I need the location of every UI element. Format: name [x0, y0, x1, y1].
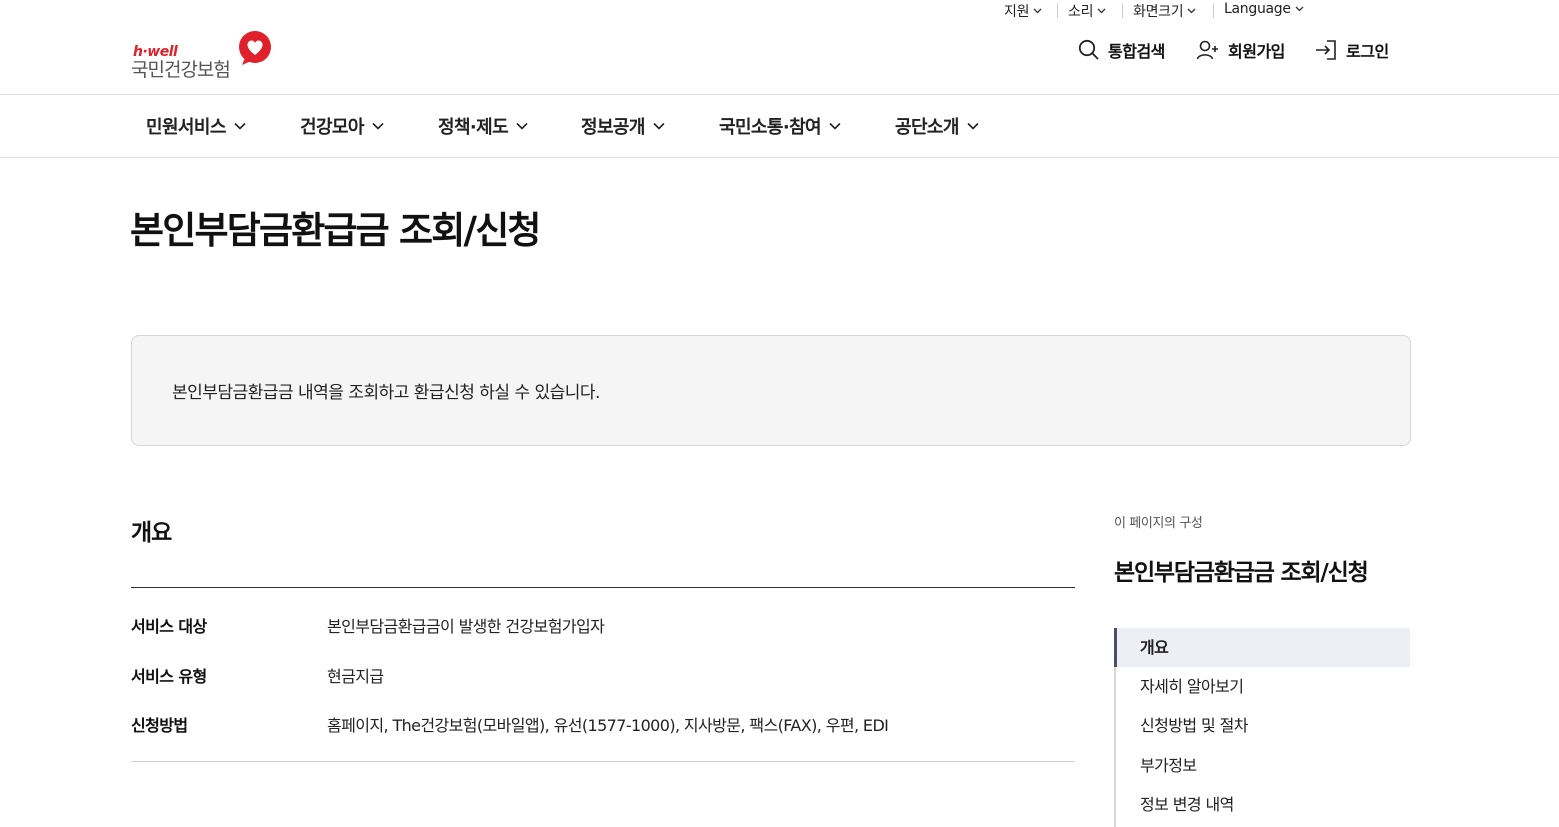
toc-item-extra-info[interactable]: 부가정보	[1116, 746, 1410, 785]
toc-item-overview[interactable]: 개요	[1114, 628, 1410, 667]
logo-name: 국민건강보험	[131, 59, 231, 81]
intro-box: 본인부담금환급금 내역을 조회하고 환급신청 하실 수 있습니다.	[131, 335, 1411, 446]
language-label: Language	[1224, 1, 1291, 17]
login-label: 로그인	[1346, 42, 1389, 61]
toc-item-label: 부가정보	[1140, 756, 1197, 775]
util-divider	[1057, 3, 1058, 18]
sound-menu[interactable]: 소리	[1068, 1, 1106, 21]
nav-label: 국민소통·참여	[719, 117, 822, 138]
chevron-down-icon	[1295, 6, 1304, 12]
font-size-menu[interactable]: 화면크기	[1133, 1, 1196, 21]
chevron-down-icon	[1187, 8, 1196, 14]
toc-item-label: 개요	[1140, 638, 1169, 657]
intro-text: 본인부담금환급금 내역을 조회하고 환급신청 하실 수 있습니다.	[172, 383, 600, 403]
utility-bar: 지원 소리 화면크기 Language	[0, 0, 1559, 22]
join-label: 회원가입	[1228, 42, 1285, 61]
search-label: 통합검색	[1108, 42, 1165, 61]
row-label-target: 서비스 대상	[131, 617, 207, 636]
chevron-down-icon	[372, 122, 384, 130]
util-divider	[1122, 3, 1123, 18]
support-label: 지원	[1004, 4, 1030, 20]
toc-list: 개요 자세히 알아보기 신청방법 및 절차 부가정보 정보 변경 내역	[1114, 628, 1410, 827]
chevron-down-icon	[234, 122, 246, 130]
overview-title: 개요	[131, 520, 172, 546]
nav-label: 공단소개	[895, 117, 959, 138]
support-menu[interactable]: 지원	[1004, 1, 1042, 21]
toc-title: 본인부담금환급금 조회/신청	[1114, 560, 1369, 586]
chevron-down-icon	[829, 122, 841, 130]
search-icon	[1078, 39, 1099, 60]
login-icon	[1316, 40, 1336, 60]
toc-active-indicator	[1114, 628, 1117, 667]
nav-policy[interactable]: 정책·제도	[438, 113, 528, 139]
search-button[interactable]: 통합검색	[1078, 38, 1165, 62]
row-label-type: 서비스 유형	[131, 667, 207, 686]
language-menu[interactable]: Language	[1224, 1, 1304, 17]
nav-label: 민원서비스	[146, 117, 226, 138]
overview-bottom-rule	[131, 761, 1075, 762]
overview-top-rule	[131, 587, 1075, 588]
nav-participation[interactable]: 국민소통·참여	[719, 113, 841, 139]
toc-item-details[interactable]: 자세히 알아보기	[1116, 667, 1410, 706]
chevron-down-icon	[516, 122, 528, 130]
chevron-down-icon	[653, 122, 665, 130]
row-value-method: 홈페이지, The건강보험(모바일앱), 유선(1577-1000), 지사방문…	[327, 716, 889, 735]
font-size-label: 화면크기	[1133, 4, 1184, 20]
nav-label: 건강모아	[300, 117, 364, 138]
toc-item-change-history[interactable]: 정보 변경 내역	[1116, 785, 1410, 824]
heart-logo-icon	[239, 31, 271, 65]
join-button[interactable]: 회원가입	[1196, 38, 1285, 62]
chevron-down-icon	[967, 122, 979, 130]
nav-civil-service[interactable]: 민원서비스	[146, 113, 246, 139]
site-logo[interactable]: h·well 국민건강보험	[131, 30, 276, 81]
chevron-down-icon	[1033, 8, 1042, 14]
nav-label: 정책·제도	[438, 117, 509, 138]
sound-label: 소리	[1068, 4, 1094, 20]
row-label-method: 신청방법	[131, 716, 188, 735]
login-button[interactable]: 로그인	[1314, 38, 1389, 62]
row-value-type: 현금지급	[327, 667, 384, 686]
nav-label: 정보공개	[581, 117, 645, 138]
toc-item-label: 정보 변경 내역	[1140, 795, 1234, 814]
toc-item-procedure[interactable]: 신청방법 및 절차	[1116, 706, 1410, 745]
page-title: 본인부담금환급금 조회/신청	[130, 209, 541, 252]
add-user-icon	[1196, 40, 1218, 60]
header-divider	[0, 94, 1559, 95]
toc-item-label: 자세히 알아보기	[1140, 677, 1244, 696]
toc-item-label: 신청방법 및 절차	[1140, 716, 1248, 735]
nav-divider	[0, 157, 1559, 158]
chevron-down-icon	[1097, 8, 1106, 14]
toc-caption: 이 페이지의 구성	[1114, 516, 1203, 531]
nav-disclosure[interactable]: 정보공개	[581, 113, 665, 139]
util-divider	[1213, 3, 1214, 18]
row-value-target: 본인부담금환급금이 발생한 건강보험가입자	[327, 617, 605, 636]
nav-health[interactable]: 건강모아	[300, 113, 384, 139]
nav-about[interactable]: 공단소개	[895, 113, 979, 139]
